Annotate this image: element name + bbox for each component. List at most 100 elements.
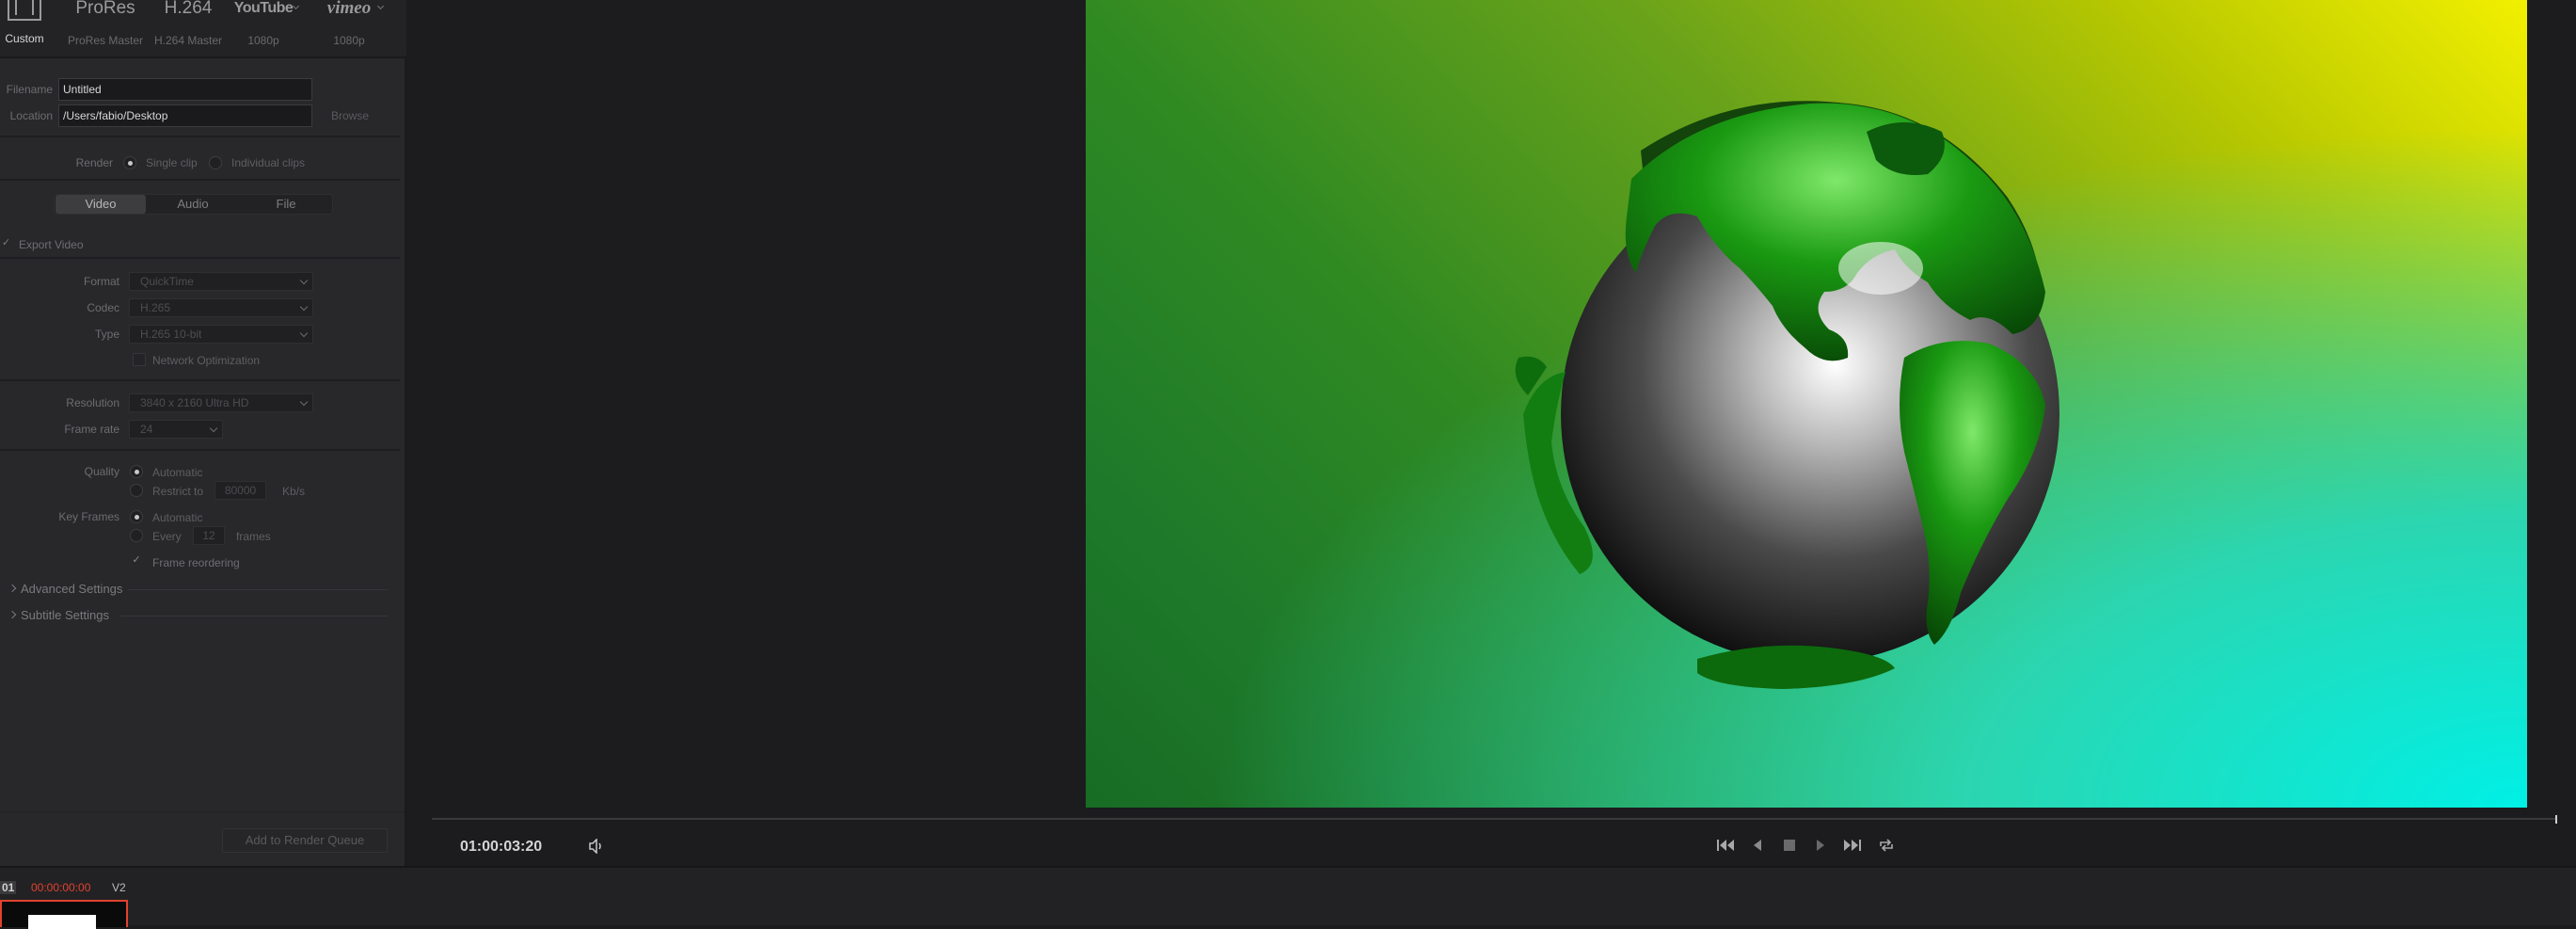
chevron-down-icon[interactable] bbox=[292, 2, 300, 10]
jump-to-start-icon[interactable] bbox=[1716, 839, 1735, 852]
framerate-value: 24 bbox=[140, 423, 153, 436]
framerate-label: Frame rate bbox=[64, 423, 119, 436]
divider bbox=[0, 136, 400, 137]
stop-icon[interactable] bbox=[1783, 839, 1796, 852]
codec-label: Codec bbox=[87, 301, 119, 314]
tab-video[interactable]: Video bbox=[56, 195, 146, 214]
export-video-label: Export Video bbox=[19, 238, 84, 251]
render-presets-bar: Custom ProRes ProRes Master H.264 H.264 … bbox=[0, 0, 406, 58]
quality-unit-label: Kb/s bbox=[282, 485, 306, 498]
quality-automatic-label: Automatic bbox=[152, 466, 203, 479]
preset-h264[interactable]: H.264 H.264 Master bbox=[149, 0, 228, 47]
keyframes-every-label: Every bbox=[152, 530, 182, 543]
clip-thumbnail[interactable] bbox=[0, 900, 128, 929]
divider bbox=[0, 179, 400, 181]
type-label: Type bbox=[94, 328, 119, 341]
keyframes-automatic-radio[interactable] bbox=[130, 510, 143, 523]
preset-prores[interactable]: ProRes ProRes Master bbox=[62, 0, 149, 47]
divider bbox=[0, 449, 400, 451]
keyframes-automatic-label: Automatic bbox=[152, 511, 203, 524]
keyframes-every-field[interactable]: 12 bbox=[193, 526, 225, 545]
preset-youtube[interactable]: YouTube 1080p bbox=[233, 0, 294, 47]
video-preview bbox=[1086, 0, 2527, 808]
play-icon[interactable] bbox=[1815, 839, 1826, 852]
add-to-render-queue-button[interactable]: Add to Render Queue bbox=[222, 828, 388, 853]
preset-label: 1080p bbox=[333, 34, 365, 47]
render-label: Render bbox=[75, 156, 113, 169]
single-clip-radio[interactable] bbox=[123, 156, 136, 169]
chevron-down-icon bbox=[299, 397, 309, 407]
timeline-strip: 01 00:00:00:00 V2 bbox=[0, 866, 2576, 929]
preset-label: 1080p bbox=[247, 34, 279, 47]
advanced-settings-toggle[interactable]: Advanced Settings bbox=[21, 582, 122, 596]
step-back-icon[interactable] bbox=[1752, 839, 1763, 852]
divider bbox=[0, 257, 400, 259]
chevron-down-icon bbox=[299, 302, 309, 312]
network-optimization-checkbox[interactable] bbox=[133, 353, 146, 366]
preset-title: H.264 bbox=[164, 0, 213, 18]
film-icon bbox=[8, 0, 41, 21]
divider bbox=[0, 379, 400, 381]
viewer-timecode: 01:00:03:20 bbox=[460, 839, 543, 855]
chevron-down-icon bbox=[209, 424, 218, 433]
preset-title: ProRes bbox=[75, 0, 135, 18]
playhead[interactable] bbox=[2555, 815, 2557, 824]
filename-label: Filename bbox=[6, 83, 53, 96]
quality-label: Quality bbox=[84, 465, 119, 478]
frame-reordering-label: Frame reordering bbox=[152, 556, 240, 569]
section-divider bbox=[120, 616, 388, 617]
resolution-label: Resolution bbox=[66, 396, 119, 409]
individual-clips-label: Individual clips bbox=[231, 156, 306, 169]
preset-vimeo[interactable]: vimeo 1080p bbox=[316, 0, 382, 47]
quality-restrict-label: Restrict to bbox=[152, 485, 204, 498]
resolution-value: 3840 x 2160 Ultra HD bbox=[140, 396, 249, 409]
frame-reordering-checkbox[interactable]: ✓ bbox=[130, 554, 143, 568]
subtitle-settings-toggle[interactable]: Subtitle Settings bbox=[21, 608, 109, 622]
format-dropdown[interactable]: QuickTime bbox=[129, 272, 313, 291]
timeline-scrubber[interactable] bbox=[432, 818, 2556, 820]
format-label: Format bbox=[83, 275, 119, 288]
preset-label: ProRes Master bbox=[67, 34, 144, 47]
location-field[interactable]: /Users/fabio/Desktop bbox=[58, 104, 312, 127]
tab-file[interactable]: File bbox=[240, 195, 332, 214]
preset-custom[interactable]: Custom bbox=[4, 0, 45, 45]
codec-value: H.265 bbox=[140, 301, 171, 314]
type-value: H.265 10-bit bbox=[140, 328, 202, 341]
render-settings-panel: Custom ProRes ProRes Master H.264 H.264 … bbox=[0, 0, 406, 866]
keyframes-label: Key Frames bbox=[58, 510, 119, 523]
quality-automatic-radio[interactable] bbox=[130, 465, 143, 478]
thumbnail-image bbox=[28, 915, 96, 929]
filename-field[interactable]: Untitled bbox=[58, 78, 312, 101]
preset-label: H.264 Master bbox=[153, 34, 223, 47]
format-value: QuickTime bbox=[140, 275, 194, 288]
individual-clips-radio[interactable] bbox=[209, 156, 222, 169]
codec-dropdown[interactable]: H.265 bbox=[129, 298, 313, 317]
keyframes-unit-label: frames bbox=[236, 530, 271, 543]
clip-index-badge: 01 bbox=[0, 881, 17, 894]
chevron-down-icon bbox=[299, 328, 309, 338]
network-optimization-label: Network Optimization bbox=[152, 354, 261, 367]
jump-to-end-icon[interactable] bbox=[1843, 839, 1862, 852]
vimeo-logo: vimeo bbox=[326, 0, 372, 18]
framerate-dropdown[interactable]: 24 bbox=[129, 420, 223, 439]
chevron-right-icon bbox=[8, 610, 17, 619]
chevron-right-icon bbox=[8, 584, 17, 593]
resolution-dropdown[interactable]: 3840 x 2160 Ultra HD bbox=[129, 393, 313, 412]
keyframes-every-radio[interactable] bbox=[130, 529, 143, 542]
clip-timecode: 00:00:00:00 bbox=[31, 881, 91, 894]
youtube-logo: YouTube bbox=[233, 0, 294, 16]
settings-tabs: Video Audio File bbox=[54, 194, 333, 215]
speaker-icon[interactable] bbox=[588, 839, 605, 854]
location-label: Location bbox=[9, 109, 53, 122]
loop-icon[interactable] bbox=[1878, 838, 1895, 853]
tab-audio[interactable]: Audio bbox=[146, 195, 240, 214]
quality-restrict-radio[interactable] bbox=[130, 484, 143, 497]
type-dropdown[interactable]: H.265 10-bit bbox=[129, 325, 313, 344]
divider bbox=[0, 811, 405, 812]
chevron-down-icon bbox=[299, 276, 309, 285]
section-divider bbox=[128, 589, 388, 590]
browse-button[interactable]: Browse bbox=[331, 109, 369, 122]
track-label: V2 bbox=[112, 881, 126, 894]
quality-bitrate-field[interactable]: 80000 bbox=[215, 481, 266, 500]
export-video-checkbox[interactable]: ✓ bbox=[2, 236, 10, 248]
